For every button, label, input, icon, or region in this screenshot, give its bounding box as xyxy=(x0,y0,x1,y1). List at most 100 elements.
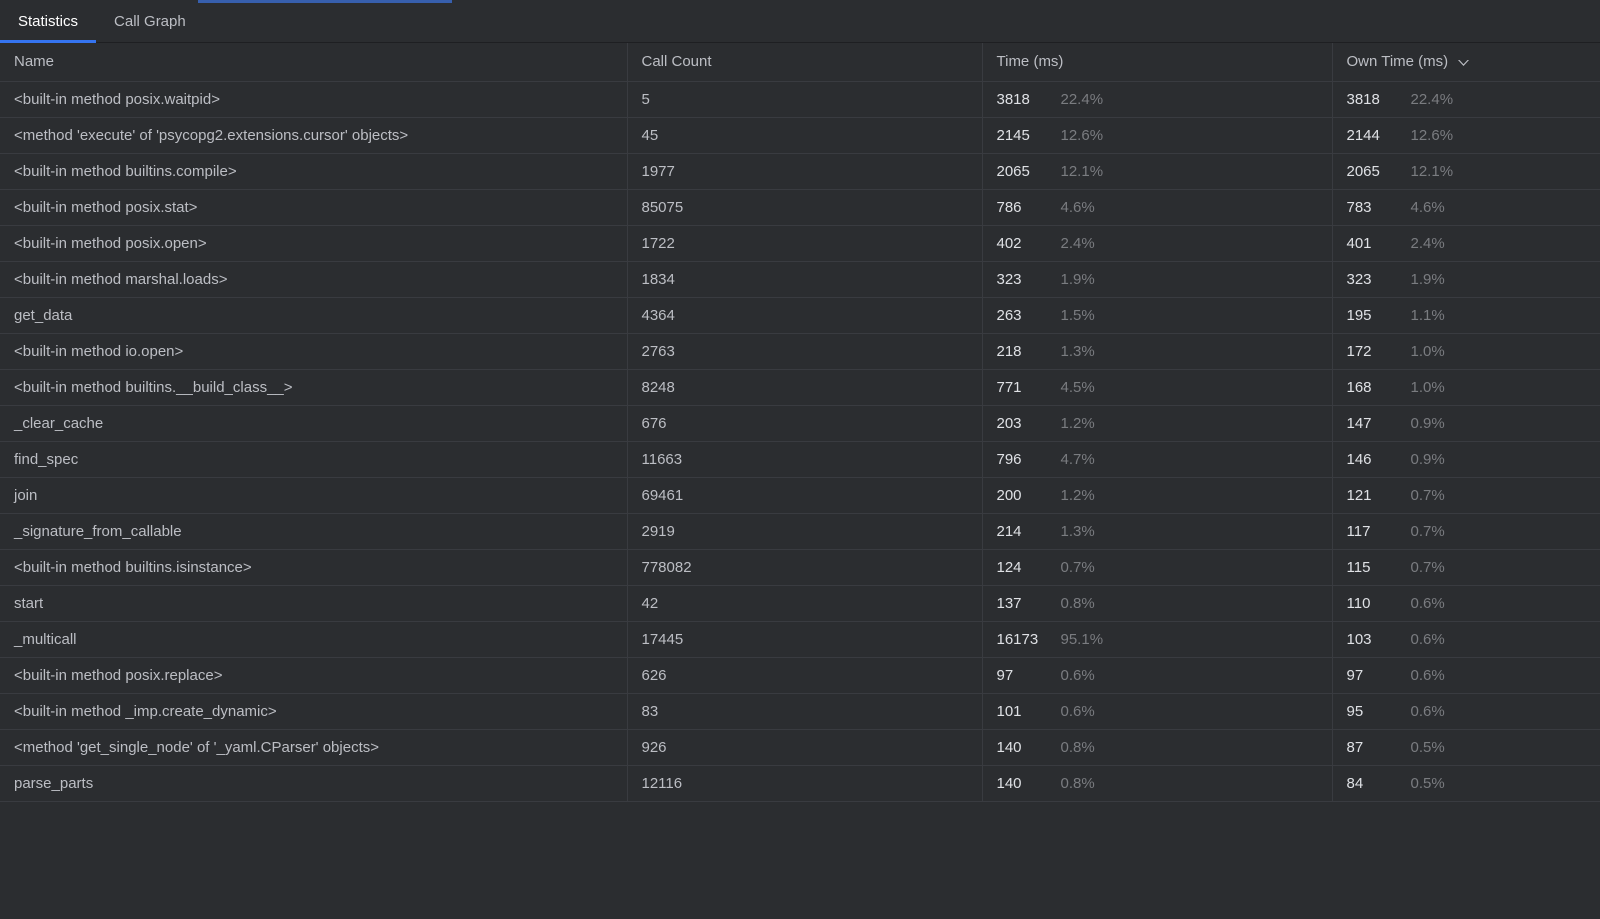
cell-name: <method 'execute' of 'psycopg2.extension… xyxy=(0,117,627,153)
cell-time: 203 1.2% xyxy=(982,405,1332,441)
profiler-table: Name Call Count Time (ms) Own Time (ms) … xyxy=(0,43,1600,802)
table-row[interactable]: get_data43642631.5%1951.1% xyxy=(0,297,1600,333)
cell-call-count: 12116 xyxy=(627,765,982,801)
time-percent: 95.1% xyxy=(1061,631,1104,648)
own-time-value: 195 xyxy=(1347,307,1405,324)
cell-call-count: 676 xyxy=(627,405,982,441)
table-row[interactable]: <built-in method _imp.create_dynamic>831… xyxy=(0,693,1600,729)
table-row[interactable]: _multicall174451617395.1%1030.6% xyxy=(0,621,1600,657)
table-row[interactable]: _clear_cache6762031.2%1470.9% xyxy=(0,405,1600,441)
cell-own-time: 1681.0% xyxy=(1332,369,1600,405)
own-time-value: 146 xyxy=(1347,451,1405,468)
cell-own-time: 970.6% xyxy=(1332,657,1600,693)
time-percent: 12.1% xyxy=(1061,163,1104,180)
own-time-percent: 0.7% xyxy=(1411,559,1445,576)
column-header-call-count[interactable]: Call Count xyxy=(627,43,982,81)
time-percent: 0.8% xyxy=(1061,775,1095,792)
own-time-value: 3818 xyxy=(1347,91,1405,108)
cell-name: _clear_cache xyxy=(0,405,627,441)
cell-name: <built-in method posix.open> xyxy=(0,225,627,261)
table-row[interactable]: <built-in method marshal.loads>18343231.… xyxy=(0,261,1600,297)
table-row[interactable]: start421370.8%1100.6% xyxy=(0,585,1600,621)
column-header-time[interactable]: Time (ms) xyxy=(982,43,1332,81)
cell-time: 3231.9% xyxy=(982,261,1332,297)
table-row[interactable]: <built-in method io.open>27632181.3%1721… xyxy=(0,333,1600,369)
own-time-percent: 4.6% xyxy=(1411,199,1445,216)
table-row[interactable]: <built-in method posix.open>1722 402 2.4% 4… xyxy=(0,225,1600,261)
cell-time: 786 4.6% xyxy=(982,189,1332,225)
table-row[interactable]: <method 'execute' of 'psycopg2.extension… xyxy=(0,117,1600,153)
cell-own-time: 950.6% xyxy=(1332,693,1600,729)
cell-call-count: 1722 xyxy=(627,225,982,261)
own-time-percent: 0.6% xyxy=(1411,667,1445,684)
cell-name: <built-in method builtins.compile> xyxy=(0,153,627,189)
chevron-down-icon xyxy=(1458,54,1469,71)
time-percent: 1.3% xyxy=(1061,523,1095,540)
cell-own-time: 7834.6% xyxy=(1332,189,1600,225)
cell-own-time: 4012.4% xyxy=(1332,225,1600,261)
tab-bar: Statistics Call Graph xyxy=(0,3,1600,43)
time-value: 402 xyxy=(997,235,1055,252)
table-row[interactable]: find_spec116637964.7%1460.9% xyxy=(0,441,1600,477)
cell-name: <built-in method _imp.create_dynamic> xyxy=(0,693,627,729)
time-percent: 1.5% xyxy=(1061,307,1095,324)
cell-name: get_data xyxy=(0,297,627,333)
time-percent: 4.7% xyxy=(1061,451,1095,468)
own-time-value: 117 xyxy=(1347,523,1405,540)
cell-call-count: 85075 xyxy=(627,189,982,225)
own-time-percent: 0.5% xyxy=(1411,775,1445,792)
cell-name: find_spec xyxy=(0,441,627,477)
time-percent: 12.6% xyxy=(1061,127,1104,144)
time-percent: 4.5% xyxy=(1061,379,1095,396)
cell-time: 1617395.1% xyxy=(982,621,1332,657)
cell-call-count: 69461 xyxy=(627,477,982,513)
own-time-value: 147 xyxy=(1347,415,1405,432)
time-value: 771 xyxy=(997,379,1055,396)
cell-call-count: 83 xyxy=(627,693,982,729)
own-time-percent: 1.9% xyxy=(1411,271,1445,288)
cell-call-count: 926 xyxy=(627,729,982,765)
cell-name: start xyxy=(0,585,627,621)
table-row[interactable]: <built-in method builtins.__build_class_… xyxy=(0,369,1600,405)
time-value: 786 xyxy=(997,199,1055,216)
tab-call-graph[interactable]: Call Graph xyxy=(96,3,204,42)
cell-time: 2141.3% xyxy=(982,513,1332,549)
tab-statistics[interactable]: Statistics xyxy=(0,3,96,42)
time-percent: 4.6% xyxy=(1061,199,1095,216)
time-percent: 1.9% xyxy=(1061,271,1095,288)
cell-time: 1240.7% xyxy=(982,549,1332,585)
own-time-percent: 1.0% xyxy=(1411,379,1445,396)
table-row[interactable]: <method 'get_single_node' of '_yaml.CPar… xyxy=(0,729,1600,765)
cell-own-time: 381822.4% xyxy=(1332,81,1600,117)
own-time-value: 2065 xyxy=(1347,163,1405,180)
table-row[interactable]: <built-in method posix.replace>626970.6%… xyxy=(0,657,1600,693)
cell-call-count: 8248 xyxy=(627,369,982,405)
table-row[interactable]: join694612001.2%1210.7% xyxy=(0,477,1600,513)
table-row[interactable]: <built-in method posix.stat>850757864.6%… xyxy=(0,189,1600,225)
cell-name: <built-in method posix.replace> xyxy=(0,657,627,693)
table-row[interactable]: parse_parts121161400.8%840.5% xyxy=(0,765,1600,801)
time-value: 263 xyxy=(997,307,1055,324)
table-row[interactable]: <built-in method builtins.compile>197720… xyxy=(0,153,1600,189)
time-value: 203 xyxy=(997,415,1055,432)
own-time-percent: 0.7% xyxy=(1411,523,1445,540)
time-percent: 1.3% xyxy=(1061,343,1095,360)
column-header-own-time[interactable]: Own Time (ms) xyxy=(1332,43,1600,81)
cell-own-time: 3231.9% xyxy=(1332,261,1600,297)
time-value: 137 xyxy=(997,595,1055,612)
own-time-percent: 1.1% xyxy=(1411,307,1445,324)
cell-name: <built-in method builtins.isinstance> xyxy=(0,549,627,585)
own-time-value: 172 xyxy=(1347,343,1405,360)
own-time-value: 95 xyxy=(1347,703,1405,720)
own-time-percent: 12.1% xyxy=(1411,163,1454,180)
table-row[interactable]: <built-in method builtins.isinstance>778… xyxy=(0,549,1600,585)
cell-call-count: 2763 xyxy=(627,333,982,369)
time-percent: 1.2% xyxy=(1061,415,1095,432)
cell-own-time: 1150.7% xyxy=(1332,549,1600,585)
table-row[interactable]: _signature_from_callable29192141.3%1170.… xyxy=(0,513,1600,549)
table-row[interactable]: <built-in method posix.waitpid>5381822.4… xyxy=(0,81,1600,117)
column-header-name[interactable]: Name xyxy=(0,43,627,81)
time-percent: 2.4% xyxy=(1061,235,1095,252)
cell-name: <built-in method io.open> xyxy=(0,333,627,369)
cell-name: <method 'get_single_node' of '_yaml.CPar… xyxy=(0,729,627,765)
